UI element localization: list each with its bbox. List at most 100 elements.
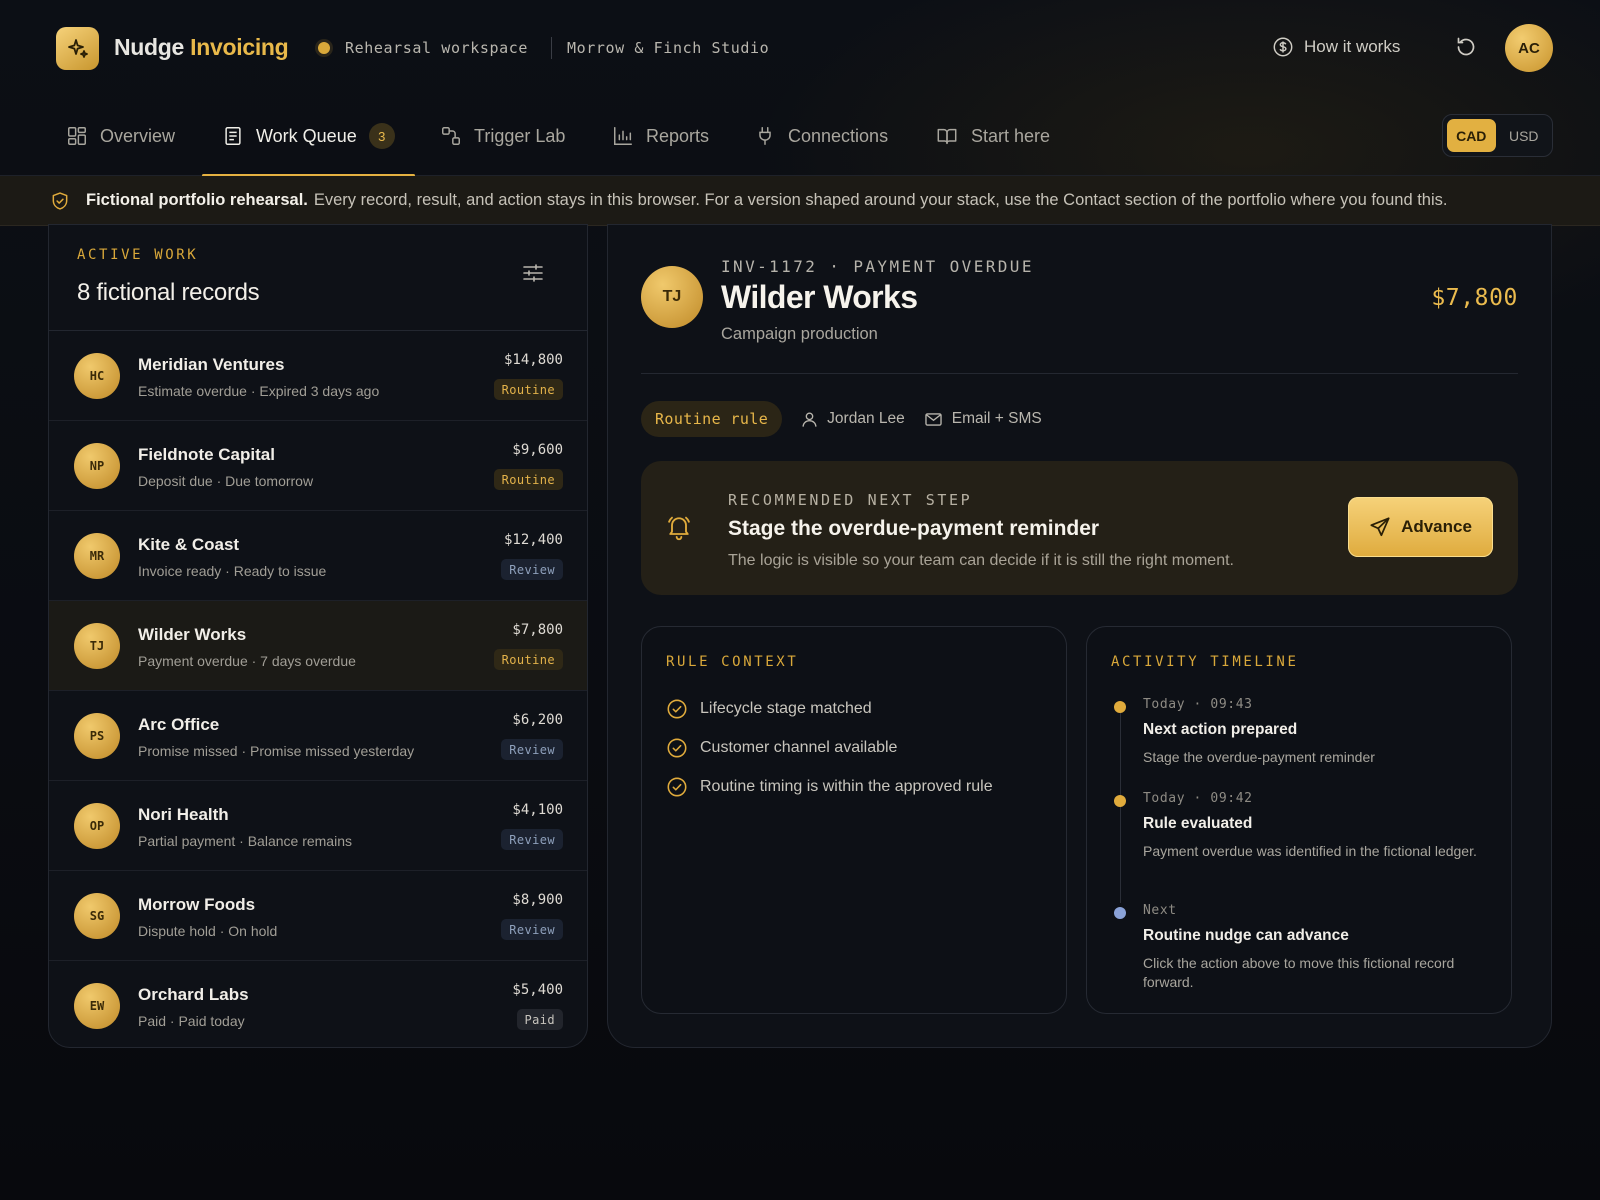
banner-text: Every record, result, and action stays i… <box>313 191 1448 209</box>
record-amount: $9,600 <box>512 442 563 458</box>
timeline-dot <box>1114 907 1126 919</box>
reset-icon[interactable] <box>1454 35 1478 59</box>
currency-cad-option[interactable]: CAD <box>1447 119 1496 152</box>
tab-connections[interactable]: Connections <box>754 96 888 176</box>
record-subtitle: Promise missed · Promise missed yesterda… <box>138 743 415 759</box>
owner-name: Jordan Lee <box>827 410 905 427</box>
status-badge: Routine <box>493 379 563 400</box>
detail-divider <box>641 373 1518 374</box>
advance-button[interactable]: Advance <box>1348 497 1493 557</box>
recommended-title: Stage the overdue-payment reminder <box>728 517 1100 540</box>
record-subtitle: Paid · Paid today <box>138 1013 245 1029</box>
tab-reports-label: Reports <box>646 125 710 146</box>
tab-work-queue[interactable]: Work Queue 3 <box>202 96 415 177</box>
record-name: Orchard Labs <box>138 985 249 1004</box>
record-avatar: PS <box>74 713 120 759</box>
tab-trigger-lab-label: Trigger Lab <box>474 125 566 146</box>
rule-context-text: Routine timing is within the approved ru… <box>700 777 993 795</box>
timeline-time: Today · 09:42 <box>1143 791 1253 806</box>
detail-title: Wilder Works <box>721 279 918 315</box>
brand-accent: Invoicing <box>190 34 289 60</box>
owner: Jordan Lee <box>800 410 905 429</box>
workspace-separator <box>551 37 552 59</box>
rule-chip[interactable]: Routine rule <box>641 401 783 437</box>
user-icon <box>802 411 817 427</box>
check-circle-icon <box>667 777 687 796</box>
detail-avatar: TJ <box>641 266 703 328</box>
clipboard-list-icon <box>225 127 241 145</box>
record-subtitle: Deposit due · Due tomorrow <box>138 473 314 489</box>
sparkle-icon[interactable] <box>56 27 99 70</box>
record-name: Meridian Ventures <box>138 355 285 374</box>
record-amount: $5,400 <box>512 982 563 998</box>
record-row[interactable]: HC Meridian Ventures Estimate overdue · Ex… <box>49 331 587 421</box>
currency-usd-option[interactable]: USD <box>1500 119 1549 152</box>
top-bar: Nudge Invoicing Rehearsal workspace Morr… <box>0 0 1600 96</box>
timeline-eyebrow: ACTIVITY TIMELINE <box>1111 654 1299 670</box>
how-it-works-link[interactable]: How it works <box>1272 36 1400 58</box>
tab-work-queue-label: Work Queue <box>256 125 357 146</box>
plug-icon <box>759 127 771 145</box>
recommended-eyebrow: RECOMMENDED NEXT STEP <box>728 491 973 509</box>
studio-name: Morrow & Finch Studio <box>567 39 770 57</box>
record-name: Morrow Foods <box>138 895 256 914</box>
send-icon <box>1370 517 1390 537</box>
user-avatar[interactable]: AC <box>1505 24 1553 72</box>
timeline-title: Routine nudge can advance <box>1143 927 1349 944</box>
tab-trigger-lab[interactable]: Trigger Lab <box>440 96 565 176</box>
invoice-code: INV-1172 · PAYMENT OVERDUE <box>721 257 1034 276</box>
rule-context-item: Routine timing is within the approved ru… <box>666 767 993 806</box>
recommended-desc: The logic is visible so your team can de… <box>728 552 1234 569</box>
record-amount: $14,800 <box>503 352 563 368</box>
record-name: Fieldnote Capital <box>138 445 275 464</box>
check-circle-icon <box>667 738 687 757</box>
timeline-desc: Payment overdue was identified in the fi… <box>1143 843 1477 859</box>
flow-icon <box>442 127 460 145</box>
record-amount: $4,100 <box>512 802 563 818</box>
record-row[interactable]: NP Fieldnote Capital Deposit due · Due tom… <box>49 421 587 511</box>
record-row[interactable]: MR Kite & Coast Invoice ready · Ready to i… <box>49 511 587 601</box>
record-subtitle: Payment overdue · 7 days overdue <box>138 653 356 669</box>
record-subtitle: Estimate overdue · Expired 3 days ago <box>138 383 380 399</box>
tab-overview[interactable]: Overview <box>66 96 175 176</box>
timeline-dot <box>1114 795 1126 807</box>
record-subtitle: Invoice ready · Ready to issue <box>138 563 327 579</box>
brand-primary: Nudge <box>114 34 185 60</box>
advance-label: Advance <box>1401 517 1472 536</box>
status-badge: Review <box>501 919 563 940</box>
rule-context-text: Lifecycle stage matched <box>700 699 872 717</box>
tab-reports[interactable]: Reports <box>612 96 709 176</box>
grid-icon <box>68 127 86 145</box>
banner-title: Fictional portfolio rehearsal. <box>86 191 308 209</box>
check-circle-icon <box>667 699 687 718</box>
record-avatar: OP <box>74 803 120 849</box>
status-badge: Paid <box>516 1009 563 1030</box>
record-row[interactable]: TJ Wilder Works Payment overdue · 7 days o… <box>49 601 587 691</box>
detail-subtitle: Campaign production <box>721 325 878 343</box>
rule-context-eyebrow: RULE CONTEXT <box>666 654 799 670</box>
rule-context-list: Lifecycle stage matched Customer channel … <box>666 689 993 806</box>
record-avatar: SG <box>74 893 120 939</box>
sliders-icon[interactable] <box>521 261 545 285</box>
channel-label: Email + SMS <box>951 410 1042 427</box>
record-name: Arc Office <box>138 715 220 734</box>
channel: Email + SMS <box>923 410 1042 429</box>
detail-meta: Routine rule Jordan Lee Email + SMS <box>641 401 1042 437</box>
main-nav: Overview Work Queue 3 Trigger Lab Report… <box>0 96 1600 177</box>
shield-check-icon <box>52 191 68 210</box>
timeline-desc: Stage the overdue-payment reminder <box>1143 749 1375 765</box>
work-queue-count-badge: 3 <box>368 123 395 149</box>
record-amount: $8,900 <box>512 892 563 908</box>
record-row[interactable]: SG Morrow Foods Dispute hold · On hold $8,9… <box>49 871 587 961</box>
brand-name[interactable]: Nudge Invoicing <box>114 34 289 61</box>
rule-context-item: Customer channel available <box>666 728 993 767</box>
status-badge: Routine <box>493 649 563 670</box>
book-open-icon <box>937 128 957 145</box>
record-row[interactable]: EW Orchard Labs Paid · Paid today $5,400 Pai… <box>49 961 587 1047</box>
tab-start-here[interactable]: Start here <box>935 96 1050 176</box>
record-row[interactable]: OP Nori Health Partial payment · Balance r… <box>49 781 587 871</box>
bar-chart-icon <box>614 127 632 145</box>
record-row[interactable]: PS Arc Office Promise missed · Promise mis… <box>49 691 587 781</box>
record-avatar: NP <box>74 443 120 489</box>
timeline-time: Next <box>1143 903 1177 918</box>
